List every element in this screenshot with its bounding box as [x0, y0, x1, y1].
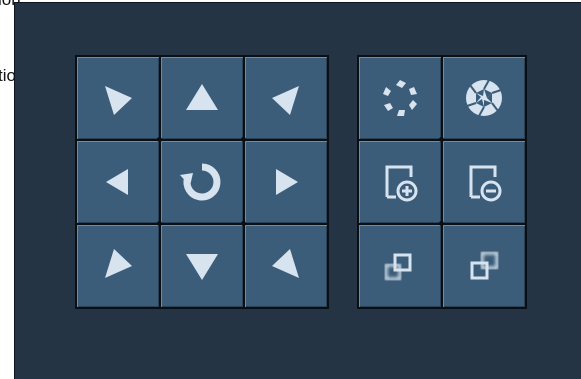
iris-open-icon: [466, 79, 502, 117]
ptz-control-panel: [14, 2, 581, 379]
lens-control-pad: [357, 55, 527, 309]
rotate-icon: [180, 163, 221, 201]
focus-far-icon: [470, 251, 499, 280]
grid-junction-dot: [241, 221, 246, 226]
grid-junction-dot: [157, 221, 162, 226]
iris-close-icon: [383, 80, 417, 116]
focus-near-icon: [384, 253, 412, 281]
pan-left-button[interactable]: [77, 141, 159, 223]
pan-down-left-button[interactable]: [77, 225, 159, 307]
zoom-out-icon: [469, 165, 502, 202]
auto-pan-button[interactable]: [161, 141, 243, 223]
zoom-in-button[interactable]: [359, 141, 441, 223]
arrow-up-right-icon: [272, 86, 299, 115]
ptz-direction-pad: [75, 55, 329, 309]
tilt-up-button[interactable]: [161, 57, 243, 139]
arrow-down-left-icon: [105, 249, 132, 278]
focus-near-button[interactable]: [359, 225, 441, 307]
grid-junction-dot: [241, 137, 246, 142]
arrow-up-left-icon: [105, 86, 132, 115]
grid-junction-dot: [439, 137, 444, 142]
grid-junction-dot: [439, 221, 444, 226]
arrow-down-right-icon: [272, 249, 299, 278]
iris-open-button[interactable]: [443, 57, 525, 139]
pan-down-right-button[interactable]: [245, 225, 327, 307]
zoom-out-button[interactable]: [443, 141, 525, 223]
arrow-left-icon: [106, 169, 128, 195]
iris-close-button[interactable]: [359, 57, 441, 139]
pan-up-right-button[interactable]: [245, 57, 327, 139]
zoom-in-icon: [385, 165, 418, 202]
focus-far-button[interactable]: [443, 225, 525, 307]
arrow-right-icon: [276, 169, 298, 195]
pan-up-left-button[interactable]: [77, 57, 159, 139]
arrow-down-icon: [186, 254, 218, 280]
pan-right-button[interactable]: [245, 141, 327, 223]
tilt-down-button[interactable]: [161, 225, 243, 307]
grid-junction-dot: [157, 137, 162, 142]
arrow-up-icon: [186, 84, 218, 110]
